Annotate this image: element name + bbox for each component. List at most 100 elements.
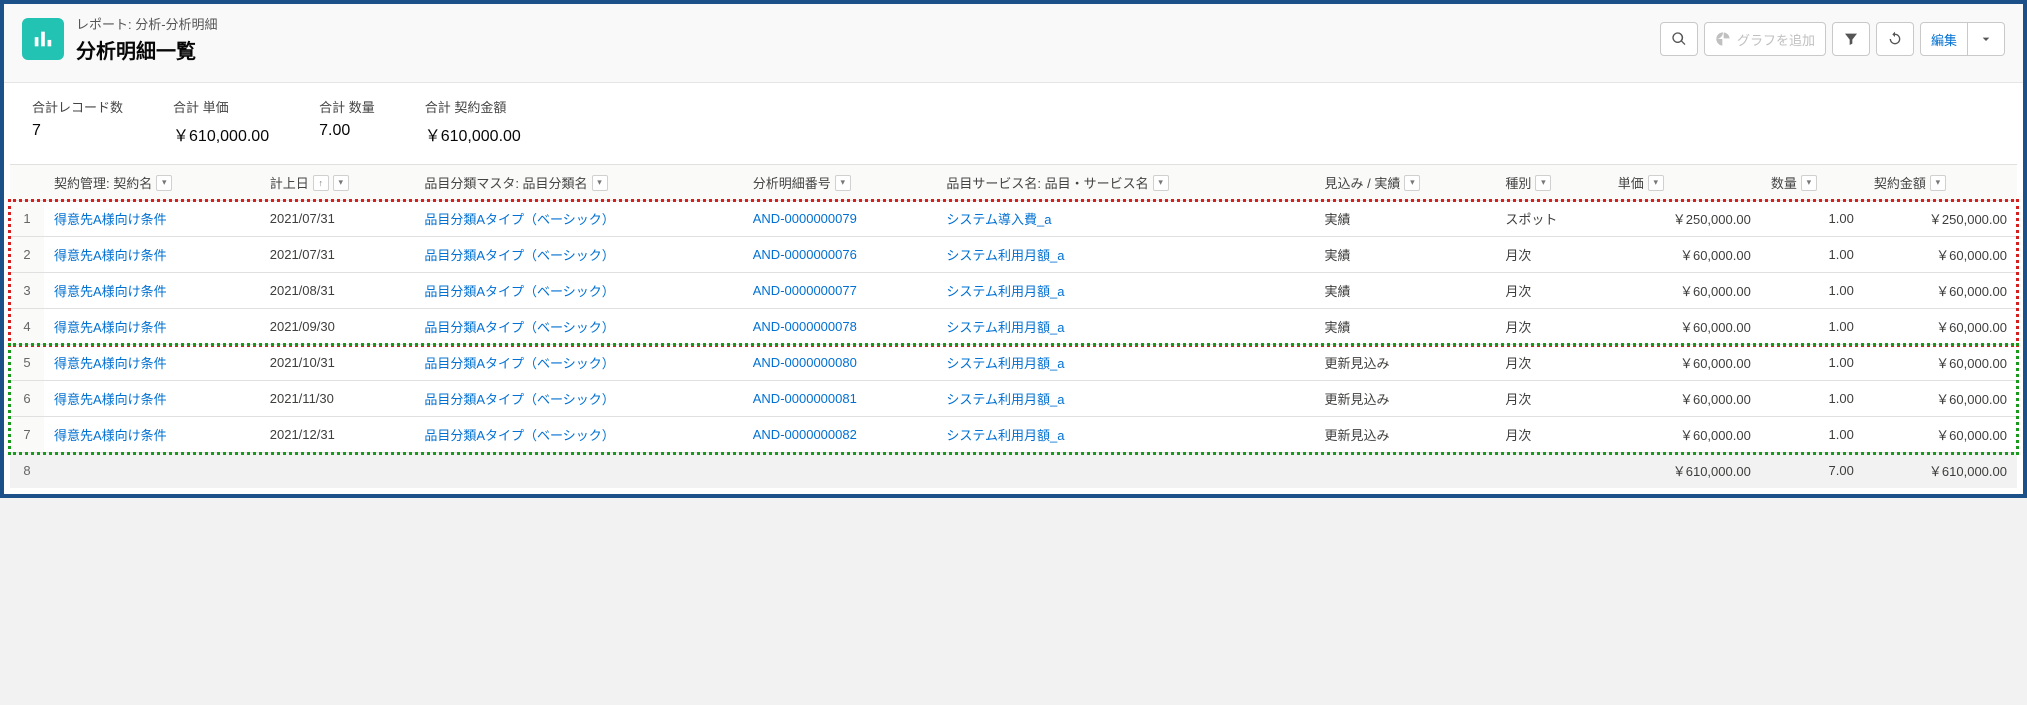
- cell-contract[interactable]: 得意先A様向け条件: [44, 381, 260, 417]
- total-unit-price: ￥610,000.00: [1608, 453, 1761, 489]
- cell-amount: ￥60,000.00: [1864, 345, 2017, 381]
- column-header[interactable]: 計上日↑▾: [260, 165, 415, 201]
- filter-icon[interactable]: ▾: [592, 175, 608, 191]
- cell-contract[interactable]: 得意先A様向け条件: [44, 417, 260, 453]
- filter-icon[interactable]: ▾: [835, 175, 851, 191]
- chevron-down-icon: [1978, 31, 1994, 47]
- column-header[interactable]: 品目分類マスタ: 品目分類名▾: [414, 165, 742, 201]
- cell-amount: ￥250,000.00: [1864, 201, 2017, 237]
- cell-id[interactable]: AND-0000000082: [743, 417, 937, 453]
- row-number: 8: [10, 453, 44, 489]
- cell-category[interactable]: 品目分類Aタイプ（ベーシック）: [414, 201, 742, 237]
- cell-category[interactable]: 品目分類Aタイプ（ベーシック）: [414, 309, 742, 345]
- cell-contract[interactable]: 得意先A様向け条件: [44, 237, 260, 273]
- cell-amount: ￥60,000.00: [1864, 381, 2017, 417]
- cell-qty: 1.00: [1761, 417, 1864, 453]
- edit-button[interactable]: 編集: [1920, 22, 1968, 56]
- column-header[interactable]: 分析明細番号▾: [743, 165, 937, 201]
- report-table: 契約管理: 契約名▾計上日↑▾品目分類マスタ: 品目分類名▾分析明細番号▾品目サ…: [10, 164, 2017, 488]
- filter-icon[interactable]: ▾: [1153, 175, 1169, 191]
- filter-icon[interactable]: ▾: [1930, 175, 1946, 191]
- column-header[interactable]: 見込み / 実績▾: [1315, 165, 1496, 201]
- cell-type: 月次: [1495, 237, 1607, 273]
- cell-contract[interactable]: 得意先A様向け条件: [44, 309, 260, 345]
- cell-service[interactable]: システム利用月額_a: [936, 417, 1314, 453]
- cell-status: 更新見込み: [1315, 381, 1496, 417]
- cell-type: 月次: [1495, 309, 1607, 345]
- column-label: 契約金額: [1874, 173, 1926, 192]
- row-number: 2: [10, 237, 44, 273]
- edit-label: 編集: [1931, 30, 1957, 49]
- cell-amount: ￥60,000.00: [1864, 417, 2017, 453]
- cell-status: 実績: [1315, 309, 1496, 345]
- cell-category[interactable]: 品目分類Aタイプ（ベーシック）: [414, 237, 742, 273]
- column-header[interactable]: 数量▾: [1761, 165, 1864, 201]
- cell-id[interactable]: AND-0000000077: [743, 273, 937, 309]
- refresh-button[interactable]: [1876, 22, 1914, 56]
- column-header[interactable]: 契約管理: 契約名▾: [44, 165, 260, 201]
- cell-type: スポット: [1495, 201, 1607, 237]
- sort-asc-icon: ↑: [313, 175, 329, 191]
- cell-status: 実績: [1315, 273, 1496, 309]
- column-label: 分析明細番号: [753, 173, 831, 192]
- cell-service[interactable]: システム利用月額_a: [936, 273, 1314, 309]
- cell-service[interactable]: システム導入費_a: [936, 201, 1314, 237]
- cell-service[interactable]: システム利用月額_a: [936, 381, 1314, 417]
- cell-date: 2021/12/31: [260, 417, 415, 453]
- total-qty: 7.00: [1761, 453, 1864, 489]
- cell-qty: 1.00: [1761, 381, 1864, 417]
- filter-icon[interactable]: ▾: [1648, 175, 1664, 191]
- metric-value: 7: [32, 122, 123, 140]
- search-button[interactable]: [1660, 22, 1698, 56]
- cell-id[interactable]: AND-0000000080: [743, 345, 937, 381]
- filter-icon[interactable]: ▾: [156, 175, 172, 191]
- row-number: 6: [10, 381, 44, 417]
- add-chart-label: グラフを追加: [1737, 30, 1815, 49]
- refresh-icon: [1887, 31, 1903, 47]
- table-row: 1得意先A様向け条件2021/07/31品目分類Aタイプ（ベーシック）AND-0…: [10, 201, 2017, 237]
- metric-value: ￥610,000.00: [173, 122, 269, 146]
- cell-id[interactable]: AND-0000000079: [743, 201, 937, 237]
- cell-contract[interactable]: 得意先A様向け条件: [44, 345, 260, 381]
- cell-contract[interactable]: 得意先A様向け条件: [44, 201, 260, 237]
- cell-service[interactable]: システム利用月額_a: [936, 237, 1314, 273]
- cell-date: 2021/08/31: [260, 273, 415, 309]
- add-chart-button[interactable]: グラフを追加: [1704, 22, 1826, 56]
- cell-id[interactable]: AND-0000000076: [743, 237, 937, 273]
- summary-metrics: 合計レコード数7 合計 単価￥610,000.00 合計 数量7.00 合計 契…: [4, 83, 2023, 164]
- column-header[interactable]: 品目サービス名: 品目・サービス名 ▾: [936, 165, 1314, 201]
- pie-chart-icon: [1715, 31, 1731, 47]
- cell-amount: ￥60,000.00: [1864, 237, 2017, 273]
- cell-category[interactable]: 品目分類Aタイプ（ベーシック）: [414, 381, 742, 417]
- cell-category[interactable]: 品目分類Aタイプ（ベーシック）: [414, 345, 742, 381]
- cell-status: 更新見込み: [1315, 417, 1496, 453]
- table-row: 3得意先A様向け条件2021/08/31品目分類Aタイプ（ベーシック）AND-0…: [10, 273, 2017, 309]
- filter-icon[interactable]: ▾: [1801, 175, 1817, 191]
- cell-id[interactable]: AND-0000000081: [743, 381, 937, 417]
- column-header[interactable]: 契約金額▾: [1864, 165, 2017, 201]
- funnel-icon: [1843, 31, 1859, 47]
- filter-button[interactable]: [1832, 22, 1870, 56]
- column-header[interactable]: 種別▾: [1495, 165, 1607, 201]
- edit-dropdown-button[interactable]: [1968, 22, 2005, 56]
- totals-row: 8￥610,000.007.00￥610,000.00: [10, 453, 2017, 489]
- cell-unit-price: ￥250,000.00: [1608, 201, 1761, 237]
- cell-service[interactable]: システム利用月額_a: [936, 345, 1314, 381]
- cell-date: 2021/07/31: [260, 237, 415, 273]
- column-label: 契約管理: 契約名: [54, 173, 152, 192]
- row-number: 5: [10, 345, 44, 381]
- filter-icon[interactable]: ▾: [1535, 175, 1551, 191]
- cell-status: 実績: [1315, 201, 1496, 237]
- cell-contract[interactable]: 得意先A様向け条件: [44, 273, 260, 309]
- cell-service[interactable]: システム利用月額_a: [936, 309, 1314, 345]
- column-label: 品目サービス名: 品目・サービス名: [946, 173, 1148, 192]
- filter-icon[interactable]: ▾: [333, 175, 349, 191]
- cell-id[interactable]: AND-0000000078: [743, 309, 937, 345]
- cell-category[interactable]: 品目分類Aタイプ（ベーシック）: [414, 417, 742, 453]
- column-header[interactable]: 単価▾: [1608, 165, 1761, 201]
- metric-label: 合計レコード数: [32, 97, 123, 116]
- cell-unit-price: ￥60,000.00: [1608, 309, 1761, 345]
- table-row: 7得意先A様向け条件2021/12/31品目分類Aタイプ（ベーシック）AND-0…: [10, 417, 2017, 453]
- cell-category[interactable]: 品目分類Aタイプ（ベーシック）: [414, 273, 742, 309]
- filter-icon[interactable]: ▾: [1404, 175, 1420, 191]
